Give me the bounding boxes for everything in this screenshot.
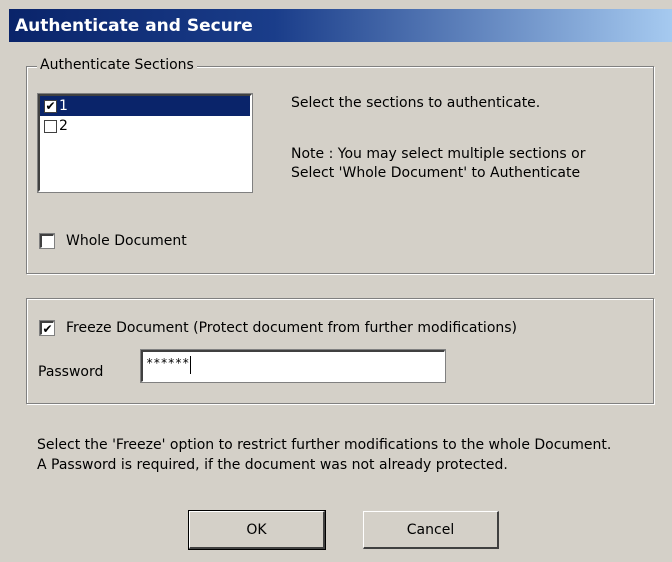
ok-button[interactable]: OK — [188, 510, 326, 550]
text-caret — [190, 356, 192, 374]
freeze-document-checkbox[interactable]: ✔ — [39, 320, 55, 336]
note-line-2: Select 'Whole Document' to Authenticate — [291, 165, 581, 181]
list-item-section-2[interactable]: 2 — [40, 116, 250, 136]
select-sections-instruction: Select the sections to authenticate. — [291, 95, 541, 111]
help-text-line-2: A Password is required, if the document … — [37, 457, 508, 473]
help-text-line-1: Select the 'Freeze' option to restrict f… — [37, 437, 612, 453]
whole-document-option[interactable]: Whole Document — [39, 233, 187, 249]
list-item-section-1[interactable]: ✔ 1 — [40, 96, 250, 116]
sections-listbox[interactable]: ✔ 1 2 — [37, 93, 253, 193]
freeze-document-label: Freeze Document (Protect document from f… — [66, 320, 518, 336]
note-line-1: Note : You may select multiple sections … — [291, 146, 586, 162]
checkbox-icon[interactable] — [44, 119, 57, 133]
password-field[interactable]: ****** — [140, 349, 446, 383]
authenticate-sections-legend: Authenticate Sections — [37, 57, 197, 73]
check-mark-icon[interactable]: ✔ — [44, 99, 57, 113]
section-label: 2 — [59, 118, 68, 134]
cancel-button[interactable]: Cancel — [363, 511, 499, 549]
password-value: ****** — [146, 356, 190, 370]
title-bar[interactable]: Authenticate and Secure — [9, 9, 672, 42]
password-label: Password — [38, 364, 104, 380]
freeze-document-option[interactable]: ✔ Freeze Document (Protect document from… — [39, 320, 518, 336]
authenticate-dialog: Authenticate and Secure Authenticate Sec… — [0, 0, 672, 562]
whole-document-checkbox[interactable] — [39, 233, 55, 249]
whole-document-label: Whole Document — [66, 233, 187, 249]
window-title: Authenticate and Secure — [15, 15, 253, 36]
section-label: 1 — [59, 98, 68, 114]
